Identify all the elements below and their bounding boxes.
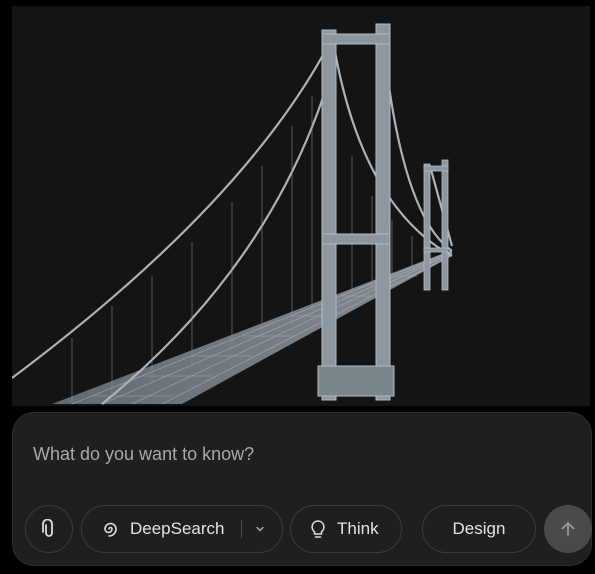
- prompt-composer: DeepSearch Think Design: [12, 412, 592, 566]
- deepsearch-label: DeepSearch: [130, 519, 225, 538]
- design-label: Design: [452, 519, 506, 538]
- arrow-up-icon: [561, 522, 575, 536]
- deepsearch-dropdown-button[interactable]: [254, 523, 266, 535]
- deepsearch-button[interactable]: DeepSearch: [81, 505, 283, 553]
- lightbulb-icon: [311, 520, 325, 538]
- think-label: Think: [337, 519, 379, 538]
- chevron-down-icon: [255, 526, 264, 532]
- spiral-icon: [104, 522, 117, 537]
- far-tower: [423, 159, 449, 291]
- design-button[interactable]: Design: [422, 505, 536, 553]
- paperclip-icon: [42, 519, 53, 537]
- pill-divider: [240, 520, 242, 538]
- near-tower: [317, 23, 395, 401]
- send-button[interactable]: [544, 505, 592, 553]
- generated-image: [12, 6, 590, 406]
- think-button[interactable]: Think: [290, 505, 402, 553]
- prompt-input[interactable]: [33, 441, 553, 467]
- suspension-bridge-render: [12, 23, 454, 405]
- attach-button[interactable]: [25, 505, 73, 553]
